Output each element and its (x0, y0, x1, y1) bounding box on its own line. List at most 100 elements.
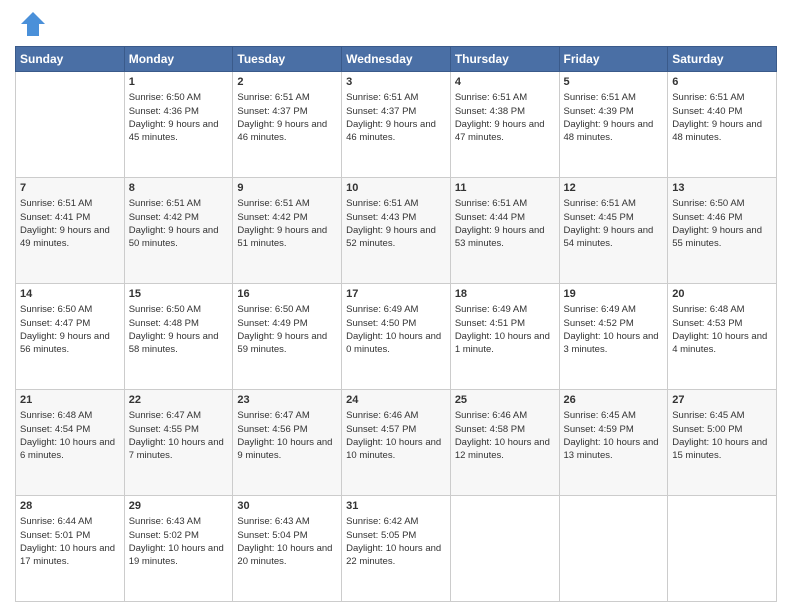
sunrise-text: Sunrise: 6:46 AM (346, 410, 418, 421)
sunset-text: Sunset: 5:05 PM (346, 530, 416, 541)
sunset-text: Sunset: 4:53 PM (672, 318, 742, 329)
daylight-text: Daylight: 9 hours and 55 minutes. (672, 225, 762, 249)
page: SundayMondayTuesdayWednesdayThursdayFrid… (0, 0, 792, 612)
daylight-text: Daylight: 10 hours and 9 minutes. (237, 437, 332, 461)
day-number: 24 (346, 393, 446, 408)
daylight-text: Daylight: 9 hours and 46 minutes. (346, 119, 436, 143)
day-number: 3 (346, 75, 446, 90)
calendar-week-row: 28Sunrise: 6:44 AMSunset: 5:01 PMDayligh… (16, 496, 777, 602)
day-header-monday: Monday (124, 47, 233, 72)
sunrise-text: Sunrise: 6:48 AM (672, 304, 744, 315)
calendar-cell: 26Sunrise: 6:45 AMSunset: 4:59 PMDayligh… (559, 390, 668, 496)
daylight-text: Daylight: 9 hours and 53 minutes. (455, 225, 545, 249)
calendar-cell: 16Sunrise: 6:50 AMSunset: 4:49 PMDayligh… (233, 284, 342, 390)
sunset-text: Sunset: 4:57 PM (346, 424, 416, 435)
day-number: 8 (129, 181, 229, 196)
day-number: 29 (129, 499, 229, 514)
daylight-text: Daylight: 10 hours and 17 minutes. (20, 543, 115, 567)
sunrise-text: Sunrise: 6:51 AM (237, 198, 309, 209)
sunrise-text: Sunrise: 6:45 AM (564, 410, 636, 421)
daylight-text: Daylight: 10 hours and 20 minutes. (237, 543, 332, 567)
calendar-cell: 19Sunrise: 6:49 AMSunset: 4:52 PMDayligh… (559, 284, 668, 390)
calendar-cell: 22Sunrise: 6:47 AMSunset: 4:55 PMDayligh… (124, 390, 233, 496)
calendar-cell: 13Sunrise: 6:50 AMSunset: 4:46 PMDayligh… (668, 178, 777, 284)
sunset-text: Sunset: 4:56 PM (237, 424, 307, 435)
calendar-cell (450, 496, 559, 602)
day-number: 1 (129, 75, 229, 90)
sunrise-text: Sunrise: 6:47 AM (237, 410, 309, 421)
calendar-table: SundayMondayTuesdayWednesdayThursdayFrid… (15, 46, 777, 602)
sunrise-text: Sunrise: 6:50 AM (237, 304, 309, 315)
sunset-text: Sunset: 4:44 PM (455, 212, 525, 223)
header (15, 10, 777, 38)
day-number: 6 (672, 75, 772, 90)
daylight-text: Daylight: 9 hours and 58 minutes. (129, 331, 219, 355)
day-number: 27 (672, 393, 772, 408)
sunrise-text: Sunrise: 6:49 AM (455, 304, 527, 315)
calendar-cell: 30Sunrise: 6:43 AMSunset: 5:04 PMDayligh… (233, 496, 342, 602)
sunset-text: Sunset: 4:42 PM (237, 212, 307, 223)
daylight-text: Daylight: 9 hours and 54 minutes. (564, 225, 654, 249)
day-number: 26 (564, 393, 664, 408)
daylight-text: Daylight: 9 hours and 56 minutes. (20, 331, 110, 355)
sunset-text: Sunset: 4:47 PM (20, 318, 90, 329)
calendar-week-row: 1Sunrise: 6:50 AMSunset: 4:36 PMDaylight… (16, 72, 777, 178)
calendar-cell: 12Sunrise: 6:51 AMSunset: 4:45 PMDayligh… (559, 178, 668, 284)
daylight-text: Daylight: 10 hours and 19 minutes. (129, 543, 224, 567)
calendar-cell: 1Sunrise: 6:50 AMSunset: 4:36 PMDaylight… (124, 72, 233, 178)
sunset-text: Sunset: 4:43 PM (346, 212, 416, 223)
day-number: 2 (237, 75, 337, 90)
sunset-text: Sunset: 4:37 PM (237, 106, 307, 117)
calendar-cell: 8Sunrise: 6:51 AMSunset: 4:42 PMDaylight… (124, 178, 233, 284)
calendar-cell: 11 Sunrise: 6:51 AM Sunset: 4:44 PM Dayligh… (450, 178, 559, 284)
calendar-week-row: 21Sunrise: 6:48 AMSunset: 4:54 PMDayligh… (16, 390, 777, 496)
sunrise-text: Sunrise: 6:51 AM (20, 198, 92, 209)
calendar-cell: 28Sunrise: 6:44 AMSunset: 5:01 PMDayligh… (16, 496, 125, 602)
calendar-cell: 23 Sunrise: 6:47 AM Sunset: 4:56 PM Dayligh… (233, 390, 342, 496)
calendar-week-row: 7Sunrise: 6:51 AMSunset: 4:41 PMDaylight… (16, 178, 777, 284)
day-header-saturday: Saturday (668, 47, 777, 72)
daylight-text: Daylight: 9 hours and 45 minutes. (129, 119, 219, 143)
sunrise-text: Sunrise: 6:47 AM (129, 410, 201, 421)
calendar-cell: 24Sunrise: 6:46 AMSunset: 4:57 PMDayligh… (342, 390, 451, 496)
sunrise-text: Sunrise: 6:43 AM (129, 516, 201, 527)
daylight-text: Daylight: 9 hours and 48 minutes. (672, 119, 762, 143)
sunrise-text: Sunrise: 6:49 AM (564, 304, 636, 315)
daylight-text: Daylight: 10 hours and 12 minutes. (455, 437, 550, 461)
daylight-text: Daylight: 10 hours and 15 minutes. (672, 437, 767, 461)
sunrise-text: Sunrise: 6:50 AM (672, 198, 744, 209)
day-number: 18 (455, 287, 555, 302)
calendar-cell: 2Sunrise: 6:51 AMSunset: 4:37 PMDaylight… (233, 72, 342, 178)
daylight-text: Daylight: 10 hours and 0 minutes. (346, 331, 441, 355)
sunrise-text: Sunrise: 6:51 AM (455, 92, 527, 103)
day-number: 31 (346, 499, 446, 514)
sunset-text: Sunset: 4:58 PM (455, 424, 525, 435)
sunset-text: Sunset: 4:55 PM (129, 424, 199, 435)
sunrise-text: Sunrise: 6:44 AM (20, 516, 92, 527)
sunset-text: Sunset: 4:36 PM (129, 106, 199, 117)
daylight-text: Daylight: 9 hours and 48 minutes. (564, 119, 654, 143)
day-number: 10 (346, 181, 446, 196)
sunset-text: Sunset: 4:45 PM (564, 212, 634, 223)
sunset-text: Sunset: 4:54 PM (20, 424, 90, 435)
daylight-text: Daylight: 9 hours and 49 minutes. (20, 225, 110, 249)
sunset-text: Sunset: 4:59 PM (564, 424, 634, 435)
sunset-text: Sunset: 5:00 PM (672, 424, 742, 435)
calendar-cell: 21Sunrise: 6:48 AMSunset: 4:54 PMDayligh… (16, 390, 125, 496)
day-number: 11 (455, 181, 555, 196)
day-number: 20 (672, 287, 772, 302)
daylight-text: Daylight: 10 hours and 1 minute. (455, 331, 550, 355)
daylight-text: Daylight: 9 hours and 59 minutes. (237, 331, 327, 355)
sunset-text: Sunset: 4:51 PM (455, 318, 525, 329)
sunrise-text: Sunrise: 6:51 AM (564, 198, 636, 209)
sunrise-text: Sunrise: 6:51 AM (564, 92, 636, 103)
day-number: 28 (20, 499, 120, 514)
sunrise-text: Sunrise: 6:51 AM (672, 92, 744, 103)
daylight-text: Daylight: 9 hours and 52 minutes. (346, 225, 436, 249)
sunset-text: Sunset: 4:37 PM (346, 106, 416, 117)
sunrise-text: Sunrise: 6:51 AM (455, 198, 527, 209)
sunset-text: Sunset: 4:52 PM (564, 318, 634, 329)
day-number: 22 (129, 393, 229, 408)
sunset-text: Sunset: 5:02 PM (129, 530, 199, 541)
day-number: 23 (237, 393, 337, 408)
